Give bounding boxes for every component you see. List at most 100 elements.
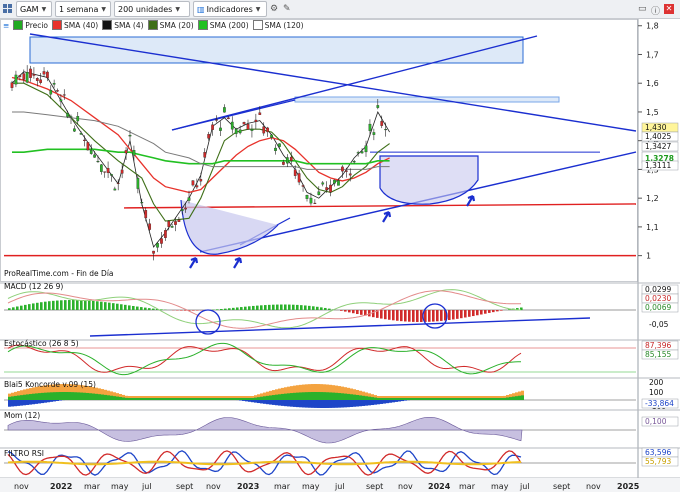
candle-body	[270, 134, 273, 138]
macd-histogram-bar	[308, 305, 311, 310]
candle-body	[282, 161, 285, 165]
macd-histogram-bar	[312, 306, 315, 310]
koncorde-blue-bar	[14, 400, 17, 407]
candle-body	[317, 191, 321, 196]
macd-histogram-bar	[36, 302, 39, 310]
candle-body	[99, 164, 103, 172]
koncorde-green-bar	[179, 398, 182, 400]
koncorde-green-bar	[230, 398, 233, 400]
price-tick-label: 1,6	[646, 79, 659, 88]
koncorde-green-bar	[389, 398, 392, 400]
macd-histogram-bar	[472, 310, 475, 317]
candle-body	[59, 99, 63, 102]
time-axis-label: 2022	[50, 482, 72, 491]
koncorde-green-bar	[167, 398, 170, 400]
koncorde-blue-bar	[335, 400, 338, 408]
macd-histogram-bar	[420, 310, 423, 322]
koncorde-blue-bar	[323, 400, 326, 408]
koncorde-green-bar	[107, 395, 110, 400]
macd-histogram-bar	[264, 305, 267, 310]
macd-label: MACD (12 26 9)	[4, 282, 63, 291]
pane-axis-label: -33,864	[645, 399, 674, 408]
candle-body	[56, 90, 59, 92]
macd-histogram-bar	[236, 307, 239, 310]
koncorde-blue-bar	[347, 400, 350, 408]
candle-body	[234, 128, 238, 134]
koncorde-green-bar	[419, 398, 422, 400]
time-axis-label: nov	[586, 482, 601, 491]
candle-body	[297, 173, 301, 183]
candle-body	[250, 129, 254, 131]
candle-body	[207, 134, 211, 139]
koncorde-green-bar	[65, 392, 68, 400]
koncorde-green-bar	[344, 393, 347, 400]
macd-histogram-bar	[300, 305, 303, 310]
macd-histogram-bar	[8, 308, 11, 310]
koncorde-green-bar	[479, 398, 482, 400]
series-sma-200	[12, 148, 390, 165]
macd-histogram-bar	[356, 310, 359, 315]
koncorde-green-bar	[443, 398, 446, 400]
candle-body	[329, 184, 332, 193]
koncorde-blue-bar	[29, 400, 32, 405]
stock-chart[interactable]: 1,81,71,61,51,41,31,21,111,4301,40251,34…	[0, 0, 680, 492]
koncorde-green-bar	[53, 392, 56, 400]
time-axis-label: 2024	[428, 482, 451, 491]
koncorde-green-bar	[227, 398, 230, 400]
koncorde-green-bar	[11, 396, 14, 400]
koncorde-blue-bar	[338, 400, 341, 408]
time-axis-label: 2025	[617, 482, 640, 491]
candle-body	[191, 180, 195, 186]
macd-histogram-bar	[428, 310, 431, 322]
time-axis-label: may	[111, 482, 129, 491]
macd-histogram-bar	[360, 310, 363, 315]
koncorde-blue-bar	[320, 400, 323, 408]
macd-histogram-bar	[20, 305, 23, 310]
macd-histogram-bar	[244, 306, 247, 310]
koncorde-green-bar	[224, 398, 227, 400]
candle-body	[219, 127, 222, 131]
macd-histogram-bar	[416, 310, 419, 322]
candle-body	[301, 185, 305, 187]
koncorde-green-bar	[518, 395, 521, 400]
time-axis-label: nov	[14, 482, 29, 491]
macd-histogram-bar	[404, 310, 407, 322]
macd-histogram-bar	[84, 300, 87, 310]
koncorde-green-bar	[320, 392, 323, 400]
koncorde-green-bar	[221, 398, 224, 400]
macd-histogram-bar	[480, 310, 483, 315]
koncorde-green-bar	[98, 394, 101, 400]
koncorde-green-bar	[503, 397, 506, 400]
price-tick-label: 1,5	[646, 108, 659, 117]
koncorde-blue-bar	[314, 400, 317, 408]
candle-body	[344, 170, 348, 172]
candle-body	[254, 119, 258, 123]
candle-body	[69, 116, 73, 118]
koncorde-blue-bar	[293, 400, 296, 407]
koncorde-label: Blai5 Koncorde v.09 (15)	[4, 380, 96, 389]
candle-body	[120, 169, 124, 174]
koncorde-blue-bar	[398, 400, 401, 402]
candle-body	[266, 127, 270, 133]
koncorde-blue-bar	[53, 400, 56, 402]
koncorde-blue-bar	[38, 400, 41, 404]
koncorde-blue-bar	[56, 400, 59, 401]
time-axis-label: jul	[334, 482, 345, 491]
koncorde-green-bar	[71, 392, 74, 400]
macd-histogram-bar	[352, 310, 355, 314]
koncorde-green-bar	[134, 398, 137, 400]
koncorde-green-bar	[458, 398, 461, 400]
time-axis-label: 2023	[237, 482, 259, 491]
candle-body	[274, 147, 277, 151]
koncorde-green-bar	[197, 398, 200, 400]
arrow-icon	[233, 256, 243, 269]
time-axis-label: nov	[398, 482, 413, 491]
koncorde-green-bar	[89, 393, 92, 400]
koncorde-green-bar	[356, 394, 359, 400]
koncorde-blue-bar	[377, 400, 380, 405]
koncorde-green-bar	[17, 395, 20, 400]
koncorde-blue-bar	[251, 400, 254, 403]
koncorde-green-bar	[314, 392, 317, 400]
koncorde-blue-bar	[359, 400, 362, 407]
koncorde-green-bar	[485, 398, 488, 400]
